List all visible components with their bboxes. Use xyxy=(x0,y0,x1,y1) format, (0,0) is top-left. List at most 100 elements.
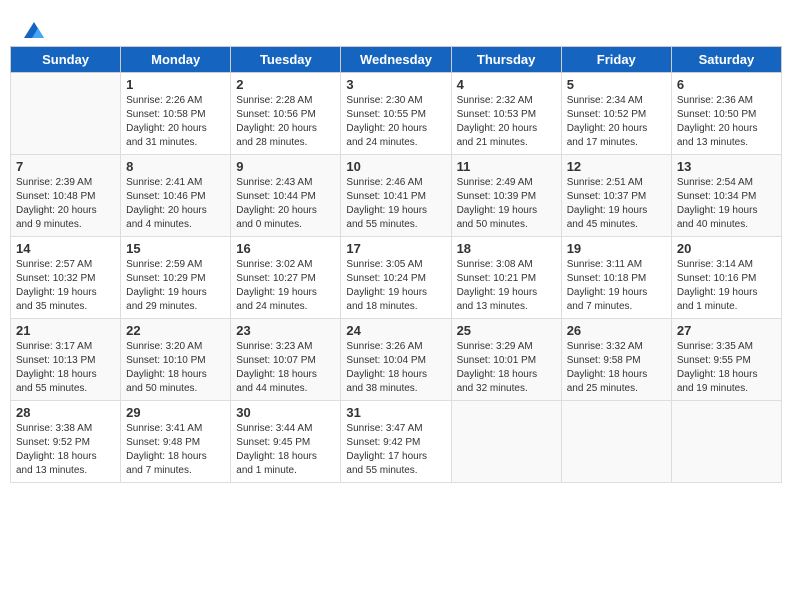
col-header-saturday: Saturday xyxy=(671,47,781,73)
day-number: 17 xyxy=(346,241,445,256)
calendar-cell: 20Sunrise: 3:14 AMSunset: 10:16 PMDaylig… xyxy=(671,237,781,319)
calendar-cell: 4 Sunrise: 2:32 AMSunset: 10:53 PMDayligh… xyxy=(451,73,561,155)
day-number: 31 xyxy=(346,405,445,420)
calendar-cell: 14 Sunrise: 2:57 AMSunset: 10:32 PMDaylig… xyxy=(11,237,121,319)
day-number: 26 xyxy=(567,323,666,338)
day-info: Sunrise: 2:39 AMSunset: 10:48 PMDaylight… xyxy=(16,176,115,232)
calendar-cell: 10Sunrise: 2:46 AMSunset: 10:41 PMDaylig… xyxy=(341,155,451,237)
day-number: 25 xyxy=(457,323,556,338)
calendar: SundayMondayTuesdayWednesdayThursdayFrid… xyxy=(10,46,782,483)
day-info: Sunrise: 2:43 AMSunset: 10:44 PMDaylight… xyxy=(236,176,335,232)
day-info: Sunrise: 3:35 AMSunset: 9:55 PMDaylight:… xyxy=(677,340,776,396)
day-number: 30 xyxy=(236,405,335,420)
day-info: Sunrise: 3:29 AMSunset: 10:01 PMDaylight… xyxy=(457,340,556,396)
day-number: 12 xyxy=(567,159,666,174)
calendar-cell: 23 Sunrise: 3:23 AMSunset: 10:07 PMDaylig… xyxy=(231,319,341,401)
calendar-cell: 7Sunrise: 2:39 AMSunset: 10:48 PMDayligh… xyxy=(11,155,121,237)
day-info: Sunrise: 3:44 AMSunset: 9:45 PMDaylight:… xyxy=(236,422,335,478)
day-number: 29 xyxy=(126,405,225,420)
calendar-cell: 2 Sunrise: 2:28 AMSunset: 10:56 PMDayligh… xyxy=(231,73,341,155)
day-number: 6 xyxy=(677,77,776,92)
day-number: 21 xyxy=(16,323,115,338)
day-info: Sunrise: 3:47 AMSunset: 9:42 PMDaylight:… xyxy=(346,422,445,478)
calendar-cell: 13Sunrise: 2:54 AMSunset: 10:34 PMDaylig… xyxy=(671,155,781,237)
header-row: SundayMondayTuesdayWednesdayThursdayFrid… xyxy=(11,47,782,73)
day-number: 4 xyxy=(457,77,556,92)
calendar-cell: 28 Sunrise: 3:38 AMSunset: 9:52 PMDayligh… xyxy=(11,401,121,483)
day-number: 16 xyxy=(236,241,335,256)
calendar-cell xyxy=(451,401,561,483)
day-info: Sunrise: 3:26 AMSunset: 10:04 PMDaylight… xyxy=(346,340,445,396)
calendar-cell: 31 Sunrise: 3:47 AMSunset: 9:42 PMDayligh… xyxy=(341,401,451,483)
week-row-1: 1 Sunrise: 2:26 AMSunset: 10:58 PMDayligh… xyxy=(11,73,782,155)
calendar-cell xyxy=(671,401,781,483)
calendar-cell: 6 Sunrise: 2:36 AMSunset: 10:50 PMDayligh… xyxy=(671,73,781,155)
day-number: 2 xyxy=(236,77,335,92)
day-info: Sunrise: 3:08 AMSunset: 10:21 PMDaylight… xyxy=(457,258,556,314)
col-header-thursday: Thursday xyxy=(451,47,561,73)
day-number: 19 xyxy=(567,241,666,256)
header xyxy=(10,10,782,42)
day-info: Sunrise: 3:38 AMSunset: 9:52 PMDaylight:… xyxy=(16,422,115,478)
week-row-5: 28 Sunrise: 3:38 AMSunset: 9:52 PMDayligh… xyxy=(11,401,782,483)
day-number: 18 xyxy=(457,241,556,256)
day-info: Sunrise: 3:41 AMSunset: 9:48 PMDaylight:… xyxy=(126,422,225,478)
day-info: Sunrise: 3:20 AMSunset: 10:10 PMDaylight… xyxy=(126,340,225,396)
day-number: 14 xyxy=(16,241,115,256)
day-info: Sunrise: 2:32 AMSunset: 10:53 PMDaylight… xyxy=(457,94,556,150)
day-info: Sunrise: 2:51 AMSunset: 10:37 PMDaylight… xyxy=(567,176,666,232)
day-info: Sunrise: 2:41 AMSunset: 10:46 PMDaylight… xyxy=(126,176,225,232)
day-number: 13 xyxy=(677,159,776,174)
day-info: Sunrise: 2:36 AMSunset: 10:50 PMDaylight… xyxy=(677,94,776,150)
calendar-cell: 16 Sunrise: 3:02 AMSunset: 10:27 PMDaylig… xyxy=(231,237,341,319)
calendar-cell: 15 Sunrise: 2:59 AMSunset: 10:29 PMDaylig… xyxy=(121,237,231,319)
calendar-cell: 12 Sunrise: 2:51 AMSunset: 10:37 PMDaylig… xyxy=(561,155,671,237)
day-number: 23 xyxy=(236,323,335,338)
day-number: 3 xyxy=(346,77,445,92)
calendar-cell: 26 Sunrise: 3:32 AMSunset: 9:58 PMDayligh… xyxy=(561,319,671,401)
day-number: 20 xyxy=(677,241,776,256)
day-info: Sunrise: 2:57 AMSunset: 10:32 PMDaylight… xyxy=(16,258,115,314)
day-info: Sunrise: 3:23 AMSunset: 10:07 PMDaylight… xyxy=(236,340,335,396)
col-header-tuesday: Tuesday xyxy=(231,47,341,73)
calendar-cell: 9 Sunrise: 2:43 AMSunset: 10:44 PMDayligh… xyxy=(231,155,341,237)
day-number: 9 xyxy=(236,159,335,174)
day-info: Sunrise: 2:28 AMSunset: 10:56 PMDaylight… xyxy=(236,94,335,150)
day-number: 8 xyxy=(126,159,225,174)
calendar-cell: 25 Sunrise: 3:29 AMSunset: 10:01 PMDaylig… xyxy=(451,319,561,401)
calendar-cell xyxy=(11,73,121,155)
day-info: Sunrise: 2:26 AMSunset: 10:58 PMDaylight… xyxy=(126,94,225,150)
calendar-cell: 29 Sunrise: 3:41 AMSunset: 9:48 PMDayligh… xyxy=(121,401,231,483)
day-info: Sunrise: 3:11 AMSunset: 10:18 PMDaylight… xyxy=(567,258,666,314)
calendar-cell: 1 Sunrise: 2:26 AMSunset: 10:58 PMDayligh… xyxy=(121,73,231,155)
day-info: Sunrise: 2:49 AMSunset: 10:39 PMDaylight… xyxy=(457,176,556,232)
day-info: Sunrise: 3:02 AMSunset: 10:27 PMDaylight… xyxy=(236,258,335,314)
week-row-4: 21Sunrise: 3:17 AMSunset: 10:13 PMDaylig… xyxy=(11,319,782,401)
day-number: 28 xyxy=(16,405,115,420)
col-header-monday: Monday xyxy=(121,47,231,73)
day-info: Sunrise: 2:59 AMSunset: 10:29 PMDaylight… xyxy=(126,258,225,314)
calendar-cell: 5Sunrise: 2:34 AMSunset: 10:52 PMDayligh… xyxy=(561,73,671,155)
day-number: 27 xyxy=(677,323,776,338)
day-number: 10 xyxy=(346,159,445,174)
calendar-cell xyxy=(561,401,671,483)
day-number: 15 xyxy=(126,241,225,256)
day-number: 5 xyxy=(567,77,666,92)
day-number: 22 xyxy=(126,323,225,338)
calendar-cell: 19 Sunrise: 3:11 AMSunset: 10:18 PMDaylig… xyxy=(561,237,671,319)
col-header-sunday: Sunday xyxy=(11,47,121,73)
week-row-3: 14 Sunrise: 2:57 AMSunset: 10:32 PMDaylig… xyxy=(11,237,782,319)
calendar-cell: 24Sunrise: 3:26 AMSunset: 10:04 PMDaylig… xyxy=(341,319,451,401)
calendar-cell: 3Sunrise: 2:30 AMSunset: 10:55 PMDayligh… xyxy=(341,73,451,155)
logo-icon xyxy=(22,18,46,42)
day-number: 1 xyxy=(126,77,225,92)
calendar-cell: 27 Sunrise: 3:35 AMSunset: 9:55 PMDayligh… xyxy=(671,319,781,401)
calendar-cell: 17 Sunrise: 3:05 AMSunset: 10:24 PMDaylig… xyxy=(341,237,451,319)
day-info: Sunrise: 3:32 AMSunset: 9:58 PMDaylight:… xyxy=(567,340,666,396)
logo xyxy=(20,18,46,38)
calendar-cell: 18 Sunrise: 3:08 AMSunset: 10:21 PMDaylig… xyxy=(451,237,561,319)
day-info: Sunrise: 3:05 AMSunset: 10:24 PMDaylight… xyxy=(346,258,445,314)
calendar-cell: 22 Sunrise: 3:20 AMSunset: 10:10 PMDaylig… xyxy=(121,319,231,401)
day-number: 11 xyxy=(457,159,556,174)
col-header-wednesday: Wednesday xyxy=(341,47,451,73)
